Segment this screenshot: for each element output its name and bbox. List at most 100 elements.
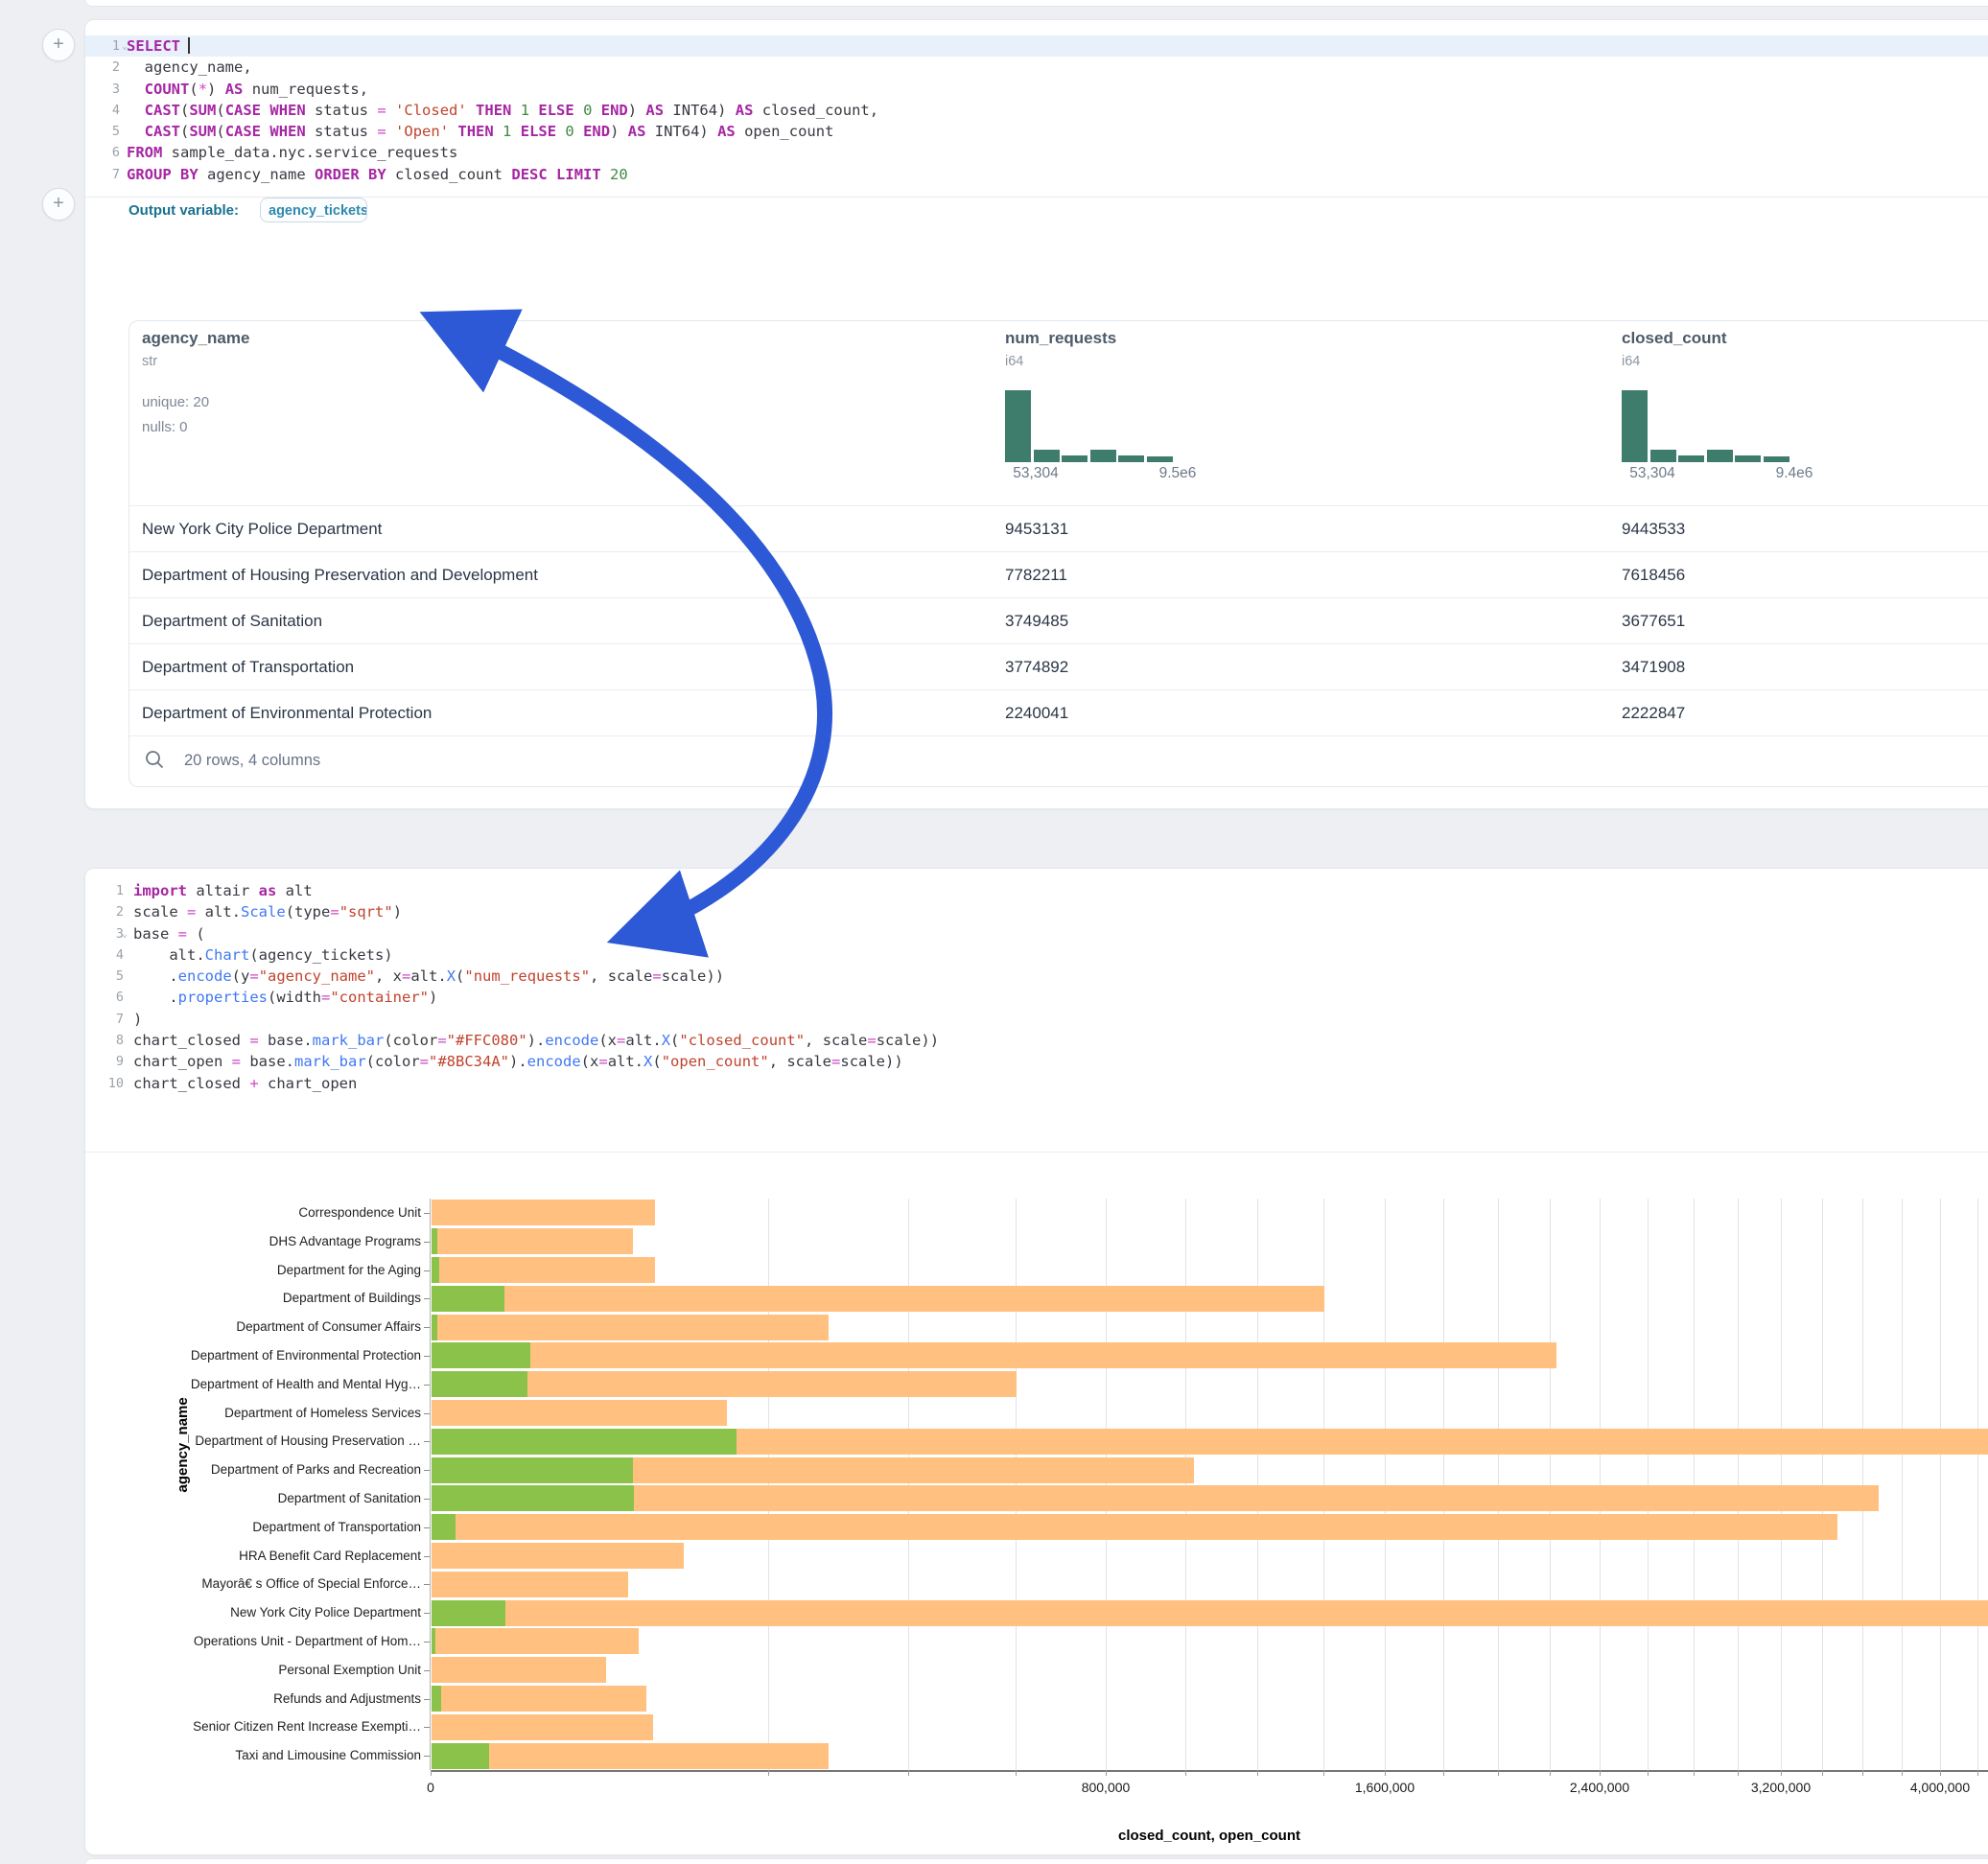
code-text: SELECT bbox=[127, 35, 190, 57]
gridline bbox=[1185, 1199, 1186, 1770]
y-axis-label: Department of Parks and Recreation bbox=[143, 1462, 421, 1477]
y-axis-label: Department of Buildings bbox=[143, 1291, 421, 1305]
bar-open-count bbox=[432, 1743, 489, 1769]
y-axis-label: HRA Benefit Card Replacement bbox=[143, 1549, 421, 1563]
table-cell: 3677651 bbox=[1622, 598, 1685, 644]
bar-closed-count bbox=[432, 1543, 684, 1569]
bar-open-count bbox=[432, 1257, 439, 1283]
table-row[interactable]: Department of Sanitation37494853677651 bbox=[129, 597, 1988, 644]
y-axis-label: Department of Environmental Protection bbox=[143, 1348, 421, 1363]
y-axis-label: Department of Transportation bbox=[143, 1520, 421, 1534]
bar-closed-count bbox=[432, 1228, 633, 1254]
line-number: 7 bbox=[85, 164, 120, 185]
histogram-bar bbox=[1034, 450, 1060, 462]
gridline bbox=[1940, 1199, 1941, 1770]
output-variable-pill[interactable]: agency_tickets bbox=[260, 198, 367, 222]
gridline bbox=[1822, 1199, 1823, 1770]
x-tick bbox=[768, 1770, 769, 1776]
table-cell: 3774892 bbox=[1005, 644, 1068, 690]
code-line[interactable]: 7GROUP BY agency_name ORDER BY closed_co… bbox=[85, 164, 1988, 185]
table-cell: 9443533 bbox=[1622, 506, 1685, 552]
code-line[interactable]: 5 CAST(SUM(CASE WHEN status = 'Open' THE… bbox=[85, 121, 1988, 142]
gridline bbox=[1257, 1199, 1258, 1770]
bar-open-count bbox=[432, 1485, 634, 1511]
add-cell-button-middle[interactable]: + bbox=[42, 188, 75, 221]
column-stat-nulls: nulls: 0 bbox=[142, 419, 188, 435]
column-stat-unique: unique: 20 bbox=[142, 394, 209, 410]
y-axis-label: Personal Exemption Unit bbox=[143, 1663, 421, 1677]
x-tick-label: 4,000,000 bbox=[1910, 1780, 1970, 1795]
y-axis-label: Department of Homeless Services bbox=[143, 1406, 421, 1420]
y-axis-label: Senior Citizen Rent Increase Exempti… bbox=[143, 1719, 421, 1734]
output-variable-label: Output variable: bbox=[129, 202, 239, 219]
histogram-closed-count bbox=[1622, 390, 1794, 462]
bar-chart: agency_name Correspondence UnitDHS Advan… bbox=[85, 869, 1988, 1854]
x-tick bbox=[1822, 1770, 1823, 1776]
y-axis-label: Correspondence Unit bbox=[143, 1205, 421, 1220]
table-cell: 7782211 bbox=[1005, 552, 1067, 598]
code-line[interactable]: 6FROM sample_data.nyc.service_requests bbox=[85, 142, 1988, 163]
search-icon[interactable] bbox=[144, 749, 165, 770]
table-row[interactable]: Department of Transportation377489234719… bbox=[129, 643, 1988, 690]
bar-open-count bbox=[432, 1429, 737, 1455]
column-header-agency-name[interactable]: agency_name bbox=[142, 329, 249, 348]
table-row[interactable]: New York City Police Department945313194… bbox=[129, 505, 1988, 552]
histogram-bar bbox=[1090, 450, 1116, 462]
histogram-bar bbox=[1147, 456, 1173, 462]
gridline bbox=[1648, 1199, 1649, 1770]
bar-open-count bbox=[432, 1628, 435, 1654]
x-tick bbox=[1694, 1770, 1695, 1776]
y-axis-label: Department of Sanitation bbox=[143, 1491, 421, 1505]
histogram-num-requests bbox=[1005, 390, 1178, 462]
next-cell-edge bbox=[84, 1858, 1988, 1864]
notebook-page: + + 1⌄SELECT2 agency_name,3 COUNT(*) AS … bbox=[0, 0, 1988, 1864]
gridline bbox=[1323, 1199, 1324, 1770]
y-axis-label: Operations Unit - Department of Hom… bbox=[143, 1634, 421, 1648]
histogram-bar bbox=[1650, 450, 1676, 462]
table-cell: New York City Police Department bbox=[142, 506, 382, 552]
code-text: CAST(SUM(CASE WHEN status = 'Open' THEN … bbox=[127, 121, 833, 142]
table-row[interactable]: Department of Environmental Protection22… bbox=[129, 689, 1988, 736]
gridline bbox=[1977, 1199, 1978, 1770]
bar-closed-count bbox=[432, 1257, 655, 1283]
column-type-closed-count: i64 bbox=[1622, 354, 1640, 369]
bar-open-count bbox=[432, 1686, 441, 1712]
table-cell: Department of Sanitation bbox=[142, 598, 322, 644]
bar-closed-count bbox=[432, 1743, 829, 1769]
x-tick bbox=[1185, 1770, 1186, 1776]
bar-closed-count bbox=[432, 1657, 606, 1683]
sql-editor[interactable]: 1⌄SELECT2 agency_name,3 COUNT(*) AS num_… bbox=[85, 35, 1988, 185]
y-axis-label: DHS Advantage Programs bbox=[143, 1234, 421, 1248]
gridline bbox=[1600, 1199, 1601, 1770]
code-text: FROM sample_data.nyc.service_requests bbox=[127, 142, 457, 163]
bar-closed-count bbox=[432, 1286, 1324, 1312]
histogram-bar bbox=[1735, 455, 1761, 462]
line-number: 4 bbox=[85, 100, 120, 121]
column-header-num-requests[interactable]: num_requests bbox=[1005, 329, 1116, 348]
code-line[interactable]: 2 agency_name, bbox=[85, 57, 1988, 78]
add-cell-button-top[interactable]: + bbox=[42, 29, 75, 61]
histogram-min-num-requests: 53,304 bbox=[997, 465, 1074, 482]
histogram-bar bbox=[1118, 455, 1144, 462]
bar-closed-count bbox=[432, 1600, 1988, 1626]
code-line[interactable]: 3 COUNT(*) AS num_requests, bbox=[85, 79, 1988, 100]
y-axis-line bbox=[430, 1199, 431, 1770]
gridline bbox=[1862, 1199, 1863, 1770]
x-tick bbox=[1106, 1770, 1107, 1776]
histogram-min-closed-count: 53,304 bbox=[1614, 465, 1691, 482]
code-line[interactable]: 1⌄SELECT bbox=[85, 35, 1988, 57]
code-line[interactable]: 4 CAST(SUM(CASE WHEN status = 'Closed' T… bbox=[85, 100, 1988, 121]
table-footer: 20 rows, 4 columns bbox=[129, 735, 1988, 787]
y-axis-label: Mayorâ€ s Office of Special Enforce… bbox=[143, 1576, 421, 1591]
column-header-closed-count[interactable]: closed_count bbox=[1622, 329, 1727, 348]
sql-cell-card: 1⌄SELECT2 agency_name,3 COUNT(*) AS num_… bbox=[84, 19, 1988, 809]
code-text: COUNT(*) AS num_requests, bbox=[127, 79, 368, 100]
python-cell-card: 1import altair as alt2scale = alt.Scale(… bbox=[84, 868, 1988, 1855]
table-row[interactable]: Department of Housing Preservation and D… bbox=[129, 551, 1988, 598]
x-axis-title: closed_count, open_count bbox=[1118, 1828, 1300, 1844]
histogram-bar bbox=[1764, 456, 1789, 462]
gridline bbox=[1738, 1199, 1739, 1770]
result-table: agency_name str unique: 20 nulls: 0 num_… bbox=[129, 320, 1988, 787]
gridline bbox=[1016, 1199, 1017, 1770]
x-tick bbox=[1940, 1770, 1941, 1776]
